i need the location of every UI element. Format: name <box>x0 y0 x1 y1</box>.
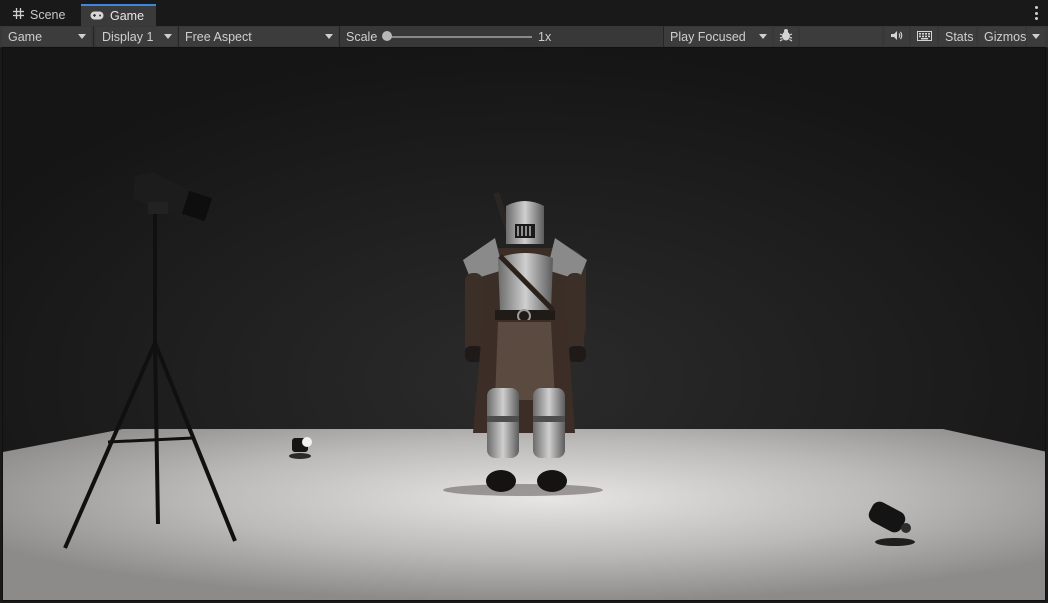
scale-slider-track[interactable] <box>387 36 532 38</box>
tab-scene-label: Scene <box>30 8 66 22</box>
game-render <box>3 48 1045 600</box>
tab-game-label: Game <box>110 9 145 23</box>
display-dropdown-label: Display 1 <box>102 29 154 44</box>
character-shadow <box>443 484 603 496</box>
tab-bar: Scene Game <box>0 0 1048 26</box>
chevron-down-icon <box>164 34 172 39</box>
stats-label: Stats <box>945 29 974 44</box>
keyboard-icon <box>916 30 932 44</box>
game-viewport[interactable] <box>2 47 1046 601</box>
gamepad-icon <box>90 9 104 23</box>
chevron-down-icon <box>78 34 86 39</box>
chevron-down-icon <box>325 34 333 39</box>
speaker-icon <box>890 30 904 44</box>
tab-game[interactable]: Game <box>81 4 156 26</box>
aspect-dropdown-label: Free Aspect <box>185 29 252 44</box>
more-options-icon[interactable] <box>1034 6 1038 20</box>
display-dropdown[interactable]: Display 1 <box>96 27 177 46</box>
play-mode-dropdown[interactable]: Play Focused <box>664 27 772 46</box>
scale-slider-thumb[interactable] <box>382 31 392 41</box>
grid-icon <box>13 8 24 22</box>
scale-label: Scale <box>346 29 378 44</box>
debug-button[interactable] <box>774 27 798 46</box>
view-dropdown[interactable]: Game <box>2 27 91 46</box>
view-dropdown-label: Game <box>8 29 43 44</box>
aspect-dropdown[interactable]: Free Aspect <box>179 27 338 46</box>
mute-audio-button[interactable] <box>885 27 909 46</box>
play-mode-dropdown-label: Play Focused <box>670 29 746 44</box>
toolbar-spacer <box>800 27 882 46</box>
gizmos-button[interactable]: Gizmos <box>978 27 1027 46</box>
scale-value-text: 1x <box>538 29 552 44</box>
stats-button[interactable]: Stats <box>939 27 976 46</box>
chevron-down-icon <box>1032 34 1040 39</box>
shortcuts-button[interactable] <box>911 27 937 46</box>
game-view-toolbar: Game Display 1 Free Aspect Scale 1x Play… <box>0 26 1048 48</box>
bug-icon <box>779 28 793 45</box>
tab-scene[interactable]: Scene <box>4 4 80 26</box>
gizmos-dropdown[interactable] <box>1027 27 1045 46</box>
scale-value: 1x <box>532 27 562 46</box>
gizmos-label: Gizmos <box>984 29 1027 44</box>
chevron-down-icon <box>759 34 767 39</box>
